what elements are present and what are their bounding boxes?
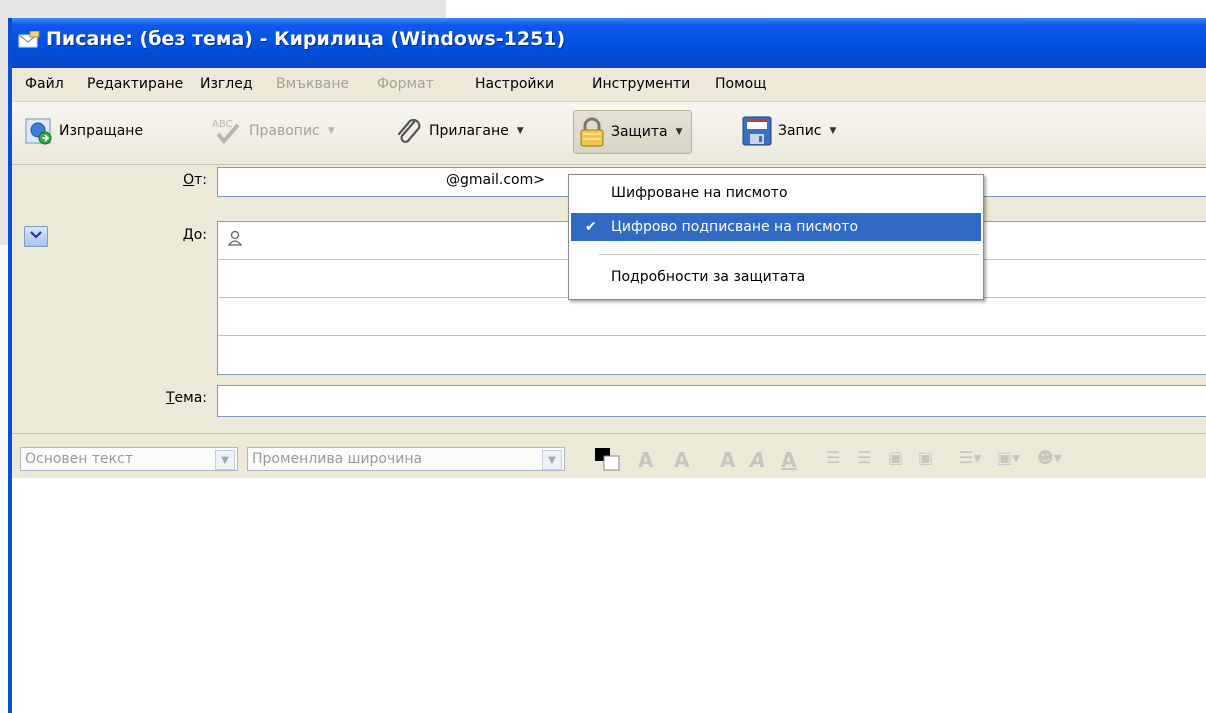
numbered-list-icon[interactable]: ☰ bbox=[857, 448, 871, 467]
outdent-icon[interactable]: ▣ bbox=[888, 448, 903, 467]
menu-options[interactable]: Настройки bbox=[475, 76, 554, 92]
menu-help[interactable]: Помощ bbox=[715, 76, 766, 92]
compose-toolbar: Изпращане ABC Правопис ▼ Прилагане ▼ Защ… bbox=[12, 102, 1206, 165]
to-recipient-row[interactable] bbox=[218, 336, 1206, 373]
font-family-value: Променлива широчина bbox=[252, 451, 423, 467]
from-value: @gmail.com> bbox=[446, 172, 545, 188]
align-icon[interactable]: ☰▾ bbox=[959, 448, 981, 467]
menu-edit[interactable]: Редактиране bbox=[87, 76, 183, 92]
attach-label: Прилагане bbox=[429, 123, 509, 139]
security-label: Защита bbox=[611, 124, 668, 140]
font-family-chevron-icon: ▼ bbox=[542, 450, 562, 470]
to-recipient-row[interactable] bbox=[218, 298, 1206, 336]
send-button[interactable]: Изпращане bbox=[24, 110, 143, 152]
contact-person-icon bbox=[227, 230, 243, 250]
paragraph-style-select[interactable]: Основен текст ▼ bbox=[20, 447, 238, 471]
compose-window-icon bbox=[18, 30, 40, 53]
security-button[interactable]: Защита ▼ bbox=[573, 110, 692, 154]
security-dropdown-menu: Шифроване на писмото ✔ Цифрово подписван… bbox=[568, 174, 984, 300]
text-color-icon[interactable] bbox=[595, 448, 621, 476]
menu-file[interactable]: Файл bbox=[25, 76, 64, 92]
bulleted-list-icon[interactable]: ☰ bbox=[826, 448, 840, 467]
indent-icon[interactable]: ▣ bbox=[918, 448, 933, 467]
menu-item-digital-sign-label: Цифрово подписване на писмото bbox=[611, 219, 859, 235]
window-title: Писане: (без тема) - Кирилица (Windows-1… bbox=[46, 28, 566, 50]
compose-window: Писане: (без тема) - Кирилица (Windows-1… bbox=[8, 18, 1206, 713]
paperclip-icon bbox=[394, 116, 424, 146]
insert-icon[interactable]: ▣▾ bbox=[997, 448, 1020, 467]
smiley-icon[interactable]: ☻▾ bbox=[1037, 448, 1062, 467]
message-body-editor[interactable] bbox=[12, 478, 1206, 713]
menu-insert[interactable]: Вмъкване bbox=[276, 76, 349, 92]
menu-item-digital-sign[interactable]: ✔ Цифрово подписване на писмото bbox=[571, 213, 981, 241]
spelling-dropdown-arrow[interactable]: ▼ bbox=[328, 126, 335, 136]
padlock-icon bbox=[578, 116, 606, 148]
font-smaller-icon[interactable]: A bbox=[638, 448, 653, 472]
from-label: От: bbox=[183, 172, 207, 188]
font-larger-icon[interactable]: A bbox=[674, 448, 689, 472]
menu-item-security-details[interactable]: Подробности за защитата bbox=[571, 263, 981, 291]
underline-icon[interactable]: A bbox=[781, 448, 796, 472]
menu-tools[interactable]: Инструменти bbox=[592, 76, 690, 92]
save-dropdown-arrow[interactable]: ▼ bbox=[830, 126, 837, 136]
menu-item-encrypt[interactable]: Шифроване на писмото bbox=[571, 179, 981, 207]
send-icon bbox=[24, 116, 54, 146]
menu-view[interactable]: Изглед bbox=[200, 76, 253, 92]
save-button[interactable]: Запис ▼ bbox=[741, 110, 836, 152]
spelling-label: Правопис bbox=[249, 123, 320, 139]
send-label: Изпращане bbox=[59, 123, 144, 139]
spell-icon-text: ABC bbox=[212, 119, 233, 130]
security-dropdown-arrow[interactable]: ▼ bbox=[676, 127, 683, 137]
menu-separator bbox=[599, 254, 979, 255]
title-bar: Писане: (без тема) - Кирилица (Windows-1… bbox=[12, 18, 1206, 68]
subject-label: Тема: bbox=[165, 390, 207, 406]
formatting-toolbar: Основен текст ▼ Променлива широчина ▼ A … bbox=[12, 433, 1206, 479]
bold-icon[interactable]: A bbox=[720, 448, 735, 472]
recipient-type-dropdown[interactable] bbox=[24, 226, 48, 247]
font-family-select[interactable]: Променлива широчина ▼ bbox=[247, 447, 565, 471]
checkmark-icon: ✔ bbox=[585, 219, 597, 235]
paragraph-style-value: Основен текст bbox=[25, 451, 133, 467]
to-label: До: bbox=[182, 227, 207, 243]
save-label: Запис bbox=[778, 123, 822, 139]
chevron-down-icon bbox=[30, 229, 42, 244]
menu-bar: Файл Редактиране Изглед Вмъкване Формат … bbox=[12, 68, 1206, 102]
attach-dropdown-arrow[interactable]: ▼ bbox=[517, 126, 524, 136]
spellcheck-icon: ABC bbox=[210, 116, 244, 146]
spelling-button[interactable]: ABC Правопис ▼ bbox=[210, 110, 335, 152]
subject-field[interactable] bbox=[217, 385, 1206, 417]
attach-button[interactable]: Прилагане ▼ bbox=[394, 110, 524, 152]
menu-item-security-details-label: Подробности за защитата bbox=[611, 269, 806, 285]
paragraph-style-chevron-icon: ▼ bbox=[215, 450, 235, 470]
italic-icon[interactable]: A bbox=[750, 448, 765, 472]
menu-item-encrypt-label: Шифроване на писмото bbox=[611, 185, 788, 201]
menu-format[interactable]: Формат bbox=[377, 76, 434, 92]
floppy-disk-icon bbox=[741, 115, 773, 147]
